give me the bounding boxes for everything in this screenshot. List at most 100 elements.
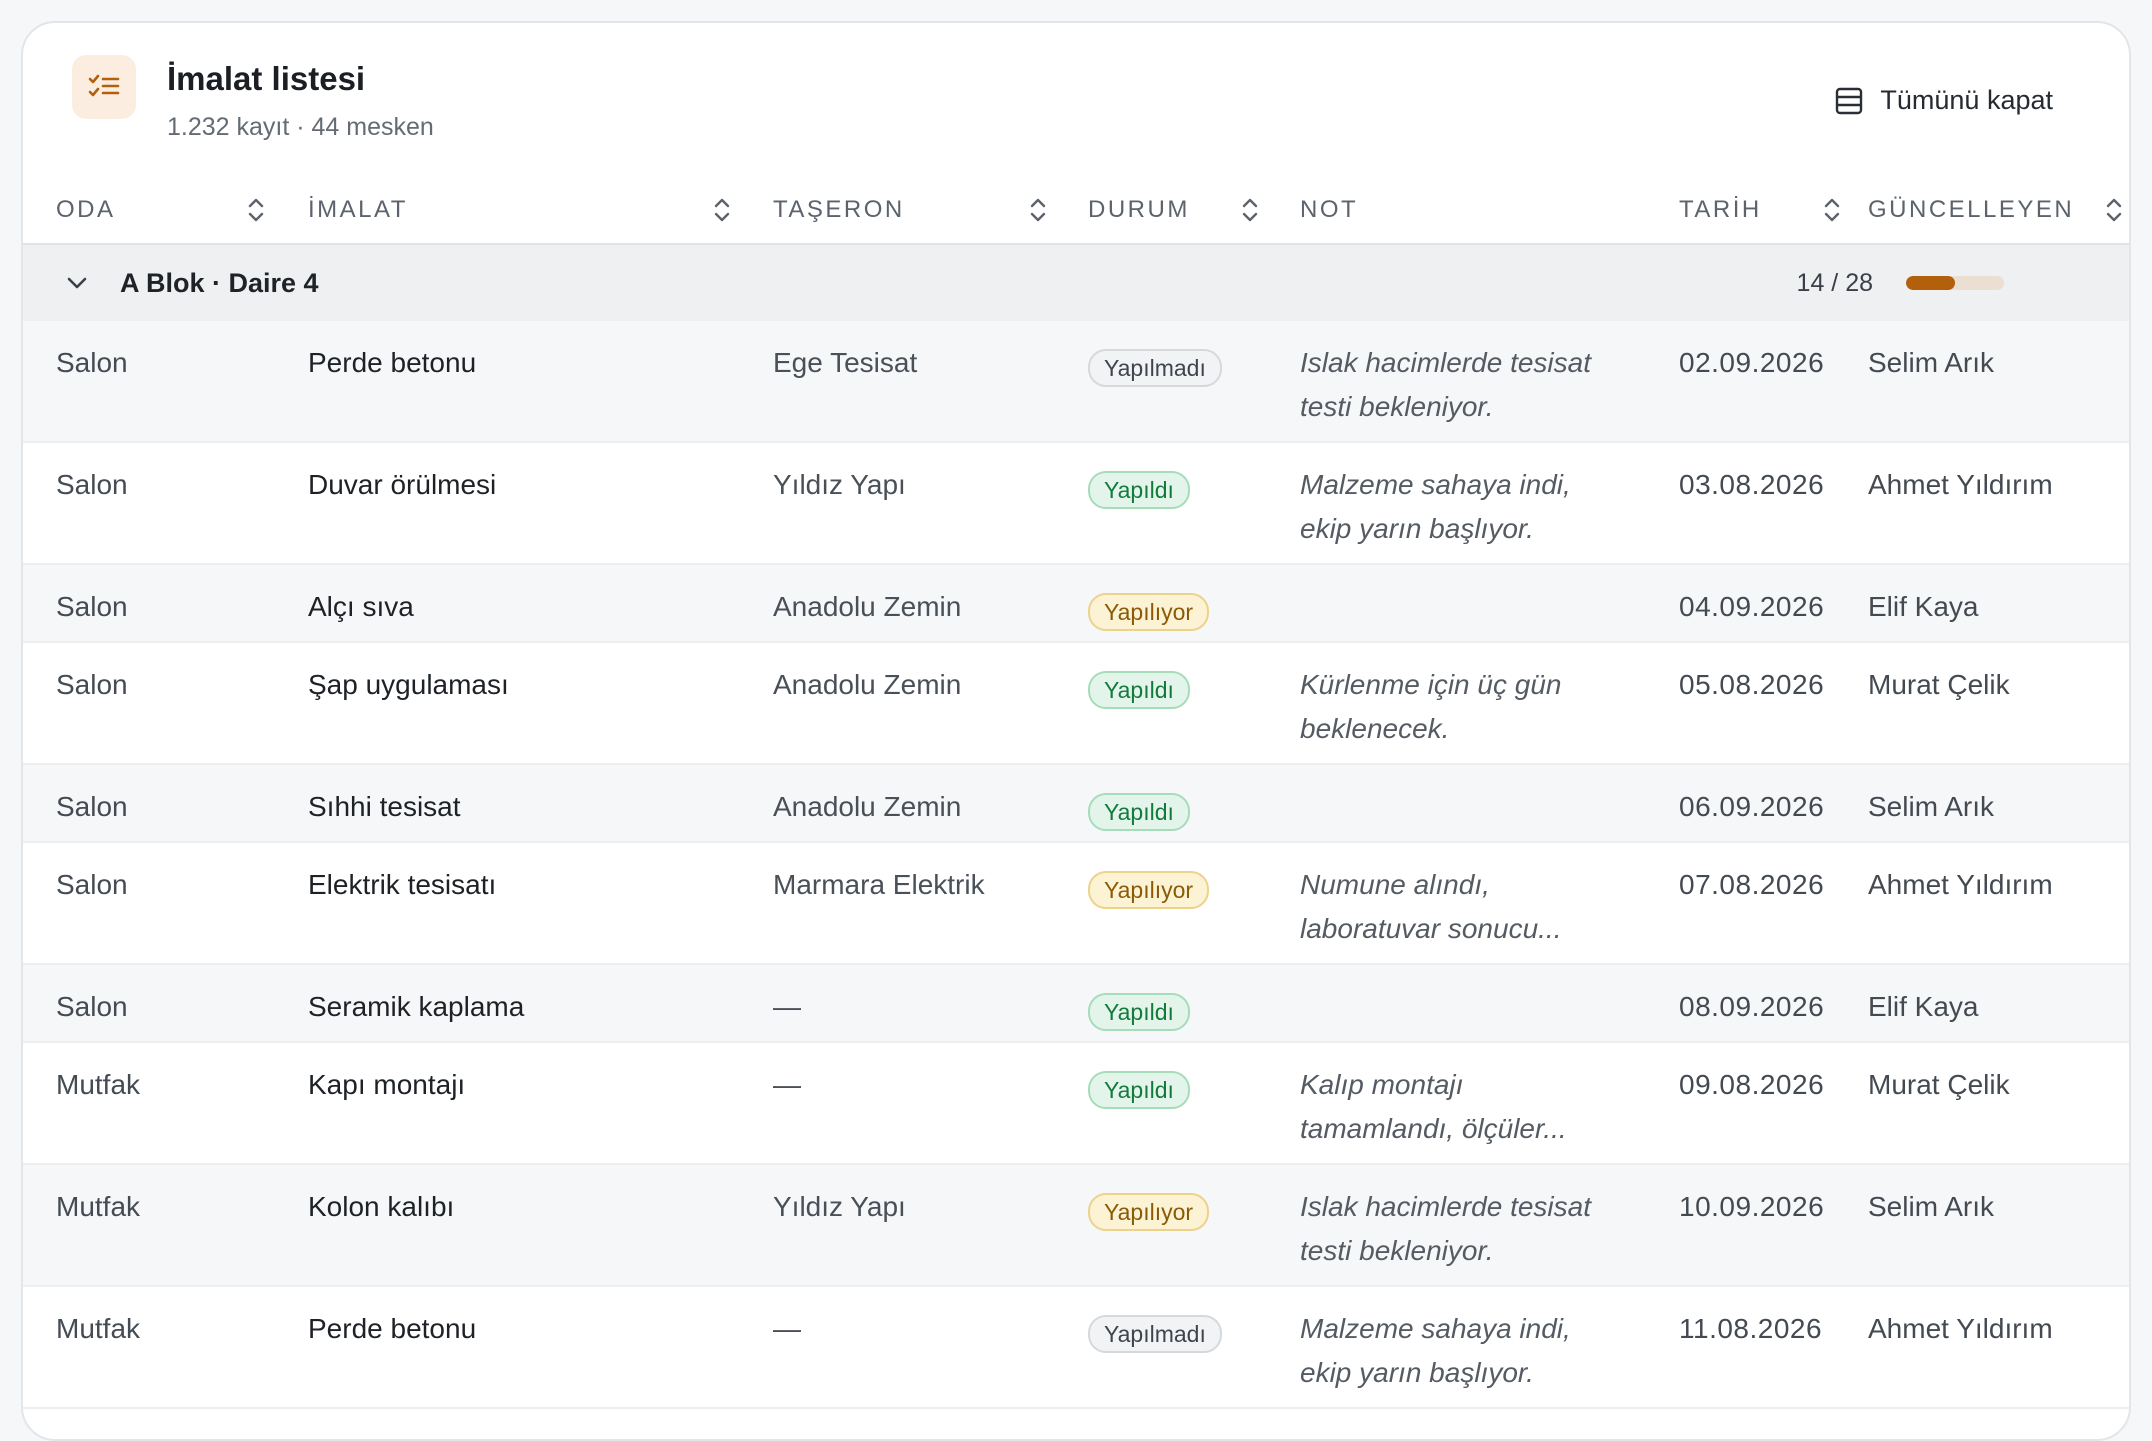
- table-row[interactable]: Salon Şap uygulaması Anadolu Zemin Yapıldı K…: [23, 643, 2129, 765]
- status-badge[interactable]: Yapıldı: [1088, 471, 1190, 509]
- note-cell: Numune alındı, laboratuvar sonucu...: [1300, 863, 1640, 951]
- record-summary: 1.232 kayıt · 44 mesken: [167, 113, 434, 141]
- status-cell: Yapılmadı: [1088, 1311, 1222, 1355]
- status-cell: Yapıldı: [1088, 1067, 1190, 1111]
- status-badge[interactable]: Yapılmadı: [1088, 1315, 1222, 1353]
- note-line: ekip yarın başlıyor.: [1300, 513, 1534, 544]
- manufacturing-list-card: İmalat listesi 1.232 kayıt · 44 mesken T…: [21, 21, 2131, 1441]
- table-row[interactable]: Salon Alçı sıva Anadolu Zemin Yapılıyor 04.0…: [23, 565, 2129, 643]
- note-line: tamamlandı, ölçüler...: [1300, 1113, 1567, 1144]
- subcontractor-cell: —: [773, 1313, 801, 1344]
- card-header: İmalat listesi 1.232 kayıt · 44 mesken T…: [23, 23, 2129, 179]
- work-item-cell: Kapı montajı: [308, 1069, 466, 1100]
- updated-by-cell: Murat Çelik: [1868, 669, 2010, 700]
- table-row[interactable]: Mutfak Kapı montajı — Yapıldı Kalıp montajı t…: [23, 1043, 2129, 1165]
- status-badge[interactable]: Yapılıyor: [1088, 871, 1210, 909]
- status-badge[interactable]: Yapıldı: [1088, 1071, 1190, 1109]
- work-item-cell: Perde betonu: [308, 1313, 477, 1344]
- room-cell: Salon: [56, 869, 128, 900]
- column-header-taseron[interactable]: TAŞERON: [773, 177, 905, 243]
- work-item-cell: Seramik kaplama: [308, 991, 525, 1022]
- note-line: Malzeme sahaya indi,: [1300, 469, 1571, 500]
- subcontractor-cell: Anadolu Zemin: [773, 791, 962, 822]
- table-row[interactable]: Salon Sıhhi tesisat Anadolu Zemin Yapıldı 06…: [23, 765, 2129, 843]
- note-cell: Kürlenme için üç gün beklenecek.: [1300, 663, 1640, 751]
- page-title: İmalat listesi: [167, 60, 366, 97]
- column-header-guncelleyen[interactable]: GÜNCELLEYEN: [1868, 177, 2074, 243]
- note-line: beklenecek.: [1300, 713, 1450, 744]
- table-body: Salon Perde betonu Ege Tesisat Yapılmadı Isl…: [23, 321, 2129, 1409]
- chevron-down-icon[interactable]: [61, 267, 93, 299]
- work-item-cell: Şap uygulaması: [308, 669, 509, 700]
- sort-icon[interactable]: [1029, 196, 1047, 224]
- status-badge[interactable]: Yapılmadı: [1088, 349, 1222, 387]
- note-line: Kalıp montajı: [1300, 1069, 1464, 1100]
- sort-icon[interactable]: [2105, 196, 2123, 224]
- collapse-all-button[interactable]: Tümünü kapat: [1834, 85, 2053, 116]
- table-row[interactable]: Mutfak Kolon kalıbı Yıldız Yapı Yapılıyor Is…: [23, 1165, 2129, 1287]
- table-row[interactable]: Salon Seramik kaplama — Yapıldı 08.09.2026 El…: [23, 965, 2129, 1043]
- group-title: A Blok · Daire 4: [120, 268, 319, 298]
- subcontractor-cell: Yıldız Yapı: [773, 1191, 906, 1222]
- status-badge[interactable]: Yapıldı: [1088, 671, 1190, 709]
- table-header: ODA İMALAT TAŞERON DURUM NOT TARİH GÜNCELLEYEN: [23, 177, 2129, 245]
- table-row[interactable]: Salon Elektrik tesisatı Marmara Elektrik Ya…: [23, 843, 2129, 965]
- room-cell: Mutfak: [56, 1191, 141, 1222]
- table-row[interactable]: Salon Perde betonu Ege Tesisat Yapılmadı Isl…: [23, 321, 2129, 443]
- note-cell: Malzeme sahaya indi, ekip yarın başlıyor.: [1300, 463, 1640, 551]
- sort-icon[interactable]: [713, 196, 731, 224]
- status-badge[interactable]: Yapılıyor: [1088, 593, 1210, 631]
- group-progress-fill: [1906, 276, 1955, 290]
- table-row[interactable]: Salon Duvar örülmesi Yıldız Yapı Yapıldı Mal…: [23, 443, 2129, 565]
- status-badge[interactable]: Yapıldı: [1088, 993, 1190, 1031]
- room-cell: Salon: [56, 469, 128, 500]
- room-cell: Mutfak: [56, 1313, 141, 1344]
- note-line: laboratuvar sonucu...: [1300, 913, 1562, 944]
- work-item-cell: Elektrik tesisatı: [308, 869, 497, 900]
- work-item-cell: Kolon kalıbı: [308, 1191, 455, 1222]
- room-cell: Salon: [56, 791, 128, 822]
- column-header-tarih[interactable]: TARİH: [1679, 177, 1762, 243]
- status-badge[interactable]: Yapıldı: [1088, 793, 1190, 831]
- note-line: Numune alındı,: [1300, 869, 1490, 900]
- updated-by-cell: Murat Çelik: [1868, 1069, 2010, 1100]
- updated-by-cell: Ahmet Yıldırım: [1868, 869, 2053, 900]
- updated-by-cell: Elif Kaya: [1868, 991, 1979, 1022]
- room-cell: Salon: [56, 991, 128, 1022]
- note-line: Islak hacimlerde tesisat: [1300, 347, 1592, 378]
- note-line: ekip yarın başlıyor.: [1300, 1357, 1534, 1388]
- date-cell: 10.09.2026: [1679, 1191, 1825, 1222]
- status-cell: Yapılmadı: [1088, 345, 1222, 389]
- status-cell: Yapıldı: [1088, 989, 1190, 1033]
- note-line: Islak hacimlerde tesisat: [1300, 1191, 1592, 1222]
- sort-icon[interactable]: [247, 196, 265, 224]
- updated-by-cell: Elif Kaya: [1868, 591, 1979, 622]
- date-cell: 11.08.2026: [1679, 1313, 1823, 1344]
- date-cell: 07.08.2026: [1679, 869, 1825, 900]
- note-line: testi bekleniyor.: [1300, 391, 1494, 422]
- work-item-cell: Perde betonu: [308, 347, 477, 378]
- subcontractor-cell: Yıldız Yapı: [773, 469, 906, 500]
- sort-icon[interactable]: [1823, 196, 1841, 224]
- subcontractor-cell: Marmara Elektrik: [773, 869, 985, 900]
- group-progress-count: 14 / 28: [1796, 269, 1873, 297]
- work-item-cell: Duvar örülmesi: [308, 469, 497, 500]
- sort-icon[interactable]: [1241, 196, 1259, 224]
- table-row[interactable]: Mutfak Perde betonu — Yapılmadı Malzeme saha…: [23, 1287, 2129, 1409]
- updated-by-cell: Ahmet Yıldırım: [1868, 1313, 2053, 1344]
- column-header-imalat[interactable]: İMALAT: [308, 177, 408, 243]
- column-header-oda[interactable]: ODA: [56, 177, 116, 243]
- column-header-not: NOT: [1300, 196, 1359, 223]
- work-item-cell: Alçı sıva: [308, 591, 414, 622]
- status-cell: Yapıldı: [1088, 667, 1190, 711]
- note-line: Malzeme sahaya indi,: [1300, 1313, 1571, 1344]
- status-badge[interactable]: Yapılıyor: [1088, 1193, 1210, 1231]
- checklist-icon: [72, 55, 136, 119]
- room-cell: Salon: [56, 591, 128, 622]
- column-header-durum[interactable]: DURUM: [1088, 177, 1190, 243]
- note-cell: Islak hacimlerde tesisat testi bekleniyor…: [1300, 1185, 1640, 1273]
- subcontractor-cell: Ege Tesisat: [773, 347, 918, 378]
- date-cell: 04.09.2026: [1679, 591, 1825, 622]
- status-cell: Yapılıyor: [1088, 867, 1210, 911]
- group-row[interactable]: A Blok · Daire 4 14 / 28: [23, 245, 2129, 323]
